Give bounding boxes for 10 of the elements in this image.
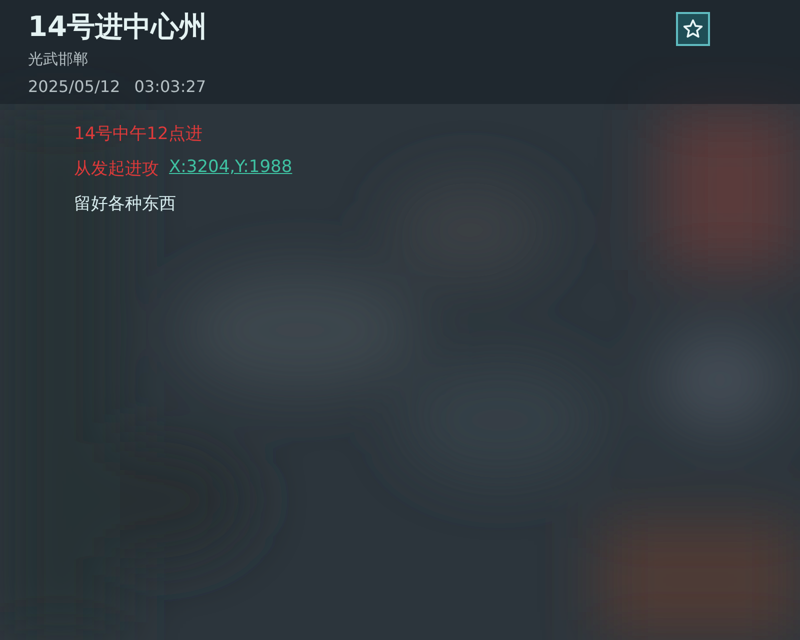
- location-label: 光武邯郸: [28, 50, 89, 69]
- coordinate-link[interactable]: X:3204,Y:1988: [169, 157, 292, 180]
- star-icon: [682, 18, 704, 40]
- date-label: 2025/05/12: [28, 77, 120, 96]
- favorite-button[interactable]: [676, 12, 710, 46]
- message-text: 14号中午12点进: [74, 123, 202, 145]
- message-text: 留好各种东西: [74, 193, 176, 215]
- message-text: 从发起进攻: [74, 158, 159, 180]
- time-label: 03:03:27: [134, 77, 206, 96]
- note-title: 14号进中心州: [28, 9, 207, 45]
